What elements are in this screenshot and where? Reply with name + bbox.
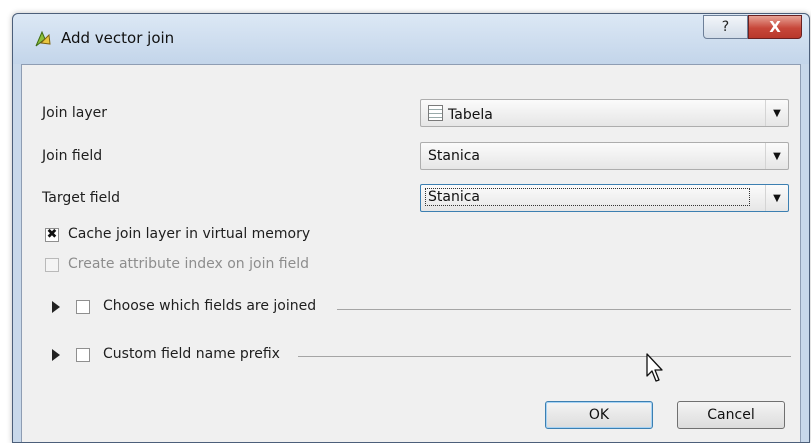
chevron-down-icon[interactable]: ▼ bbox=[765, 100, 788, 126]
qgis-app-icon bbox=[35, 30, 51, 47]
join-field-label: Join field bbox=[42, 148, 103, 164]
join-layer-combo[interactable]: Tabela ▼ bbox=[420, 99, 789, 127]
prefix-label[interactable]: Custom field name prefix bbox=[103, 346, 280, 362]
group-divider bbox=[337, 309, 791, 310]
index-checkbox-label: Create attribute index on join field bbox=[68, 256, 310, 272]
join-layer-value: Tabela bbox=[448, 107, 493, 123]
mouse-pointer-icon bbox=[646, 353, 663, 382]
dialog-window: Add vector join ? X Join layer Tabela ▼ … bbox=[12, 13, 810, 443]
ok-button[interactable]: OK bbox=[545, 401, 653, 429]
join-layer-label: Join layer bbox=[42, 105, 108, 121]
choose-fields-label[interactable]: Choose which fields are joined bbox=[103, 298, 316, 314]
index-checkbox bbox=[45, 258, 59, 272]
chevron-down-icon[interactable]: ▼ bbox=[765, 143, 788, 169]
group-divider bbox=[298, 356, 791, 357]
target-field-label: Target field bbox=[42, 190, 120, 206]
target-field-combo[interactable]: Stanica ▼ bbox=[420, 184, 789, 212]
chevron-down-icon[interactable]: ▼ bbox=[765, 185, 788, 211]
cancel-button[interactable]: Cancel bbox=[677, 401, 785, 429]
close-button[interactable]: X bbox=[748, 15, 802, 39]
dialog-body: Join layer Tabela ▼ Join field Stanica ▼… bbox=[21, 64, 801, 442]
choose-fields-checkbox[interactable] bbox=[76, 300, 90, 314]
expand-arrow-icon[interactable] bbox=[52, 349, 60, 361]
dialog-title: Add vector join bbox=[61, 29, 175, 47]
table-layer-icon bbox=[428, 105, 443, 121]
title-bar: Add vector join ? X bbox=[13, 14, 809, 64]
expand-arrow-icon[interactable] bbox=[52, 301, 60, 313]
target-field-value: Stanica bbox=[425, 188, 750, 206]
join-field-combo[interactable]: Stanica ▼ bbox=[420, 142, 789, 170]
prefix-checkbox[interactable] bbox=[76, 348, 90, 362]
join-field-value: Stanica bbox=[428, 148, 480, 164]
join-layer-value-wrap: Tabela bbox=[428, 105, 493, 123]
cache-checkbox-label[interactable]: Cache join layer in virtual memory bbox=[68, 226, 310, 242]
help-button[interactable]: ? bbox=[703, 15, 748, 39]
cache-checkbox[interactable]: ✖ bbox=[45, 228, 59, 242]
